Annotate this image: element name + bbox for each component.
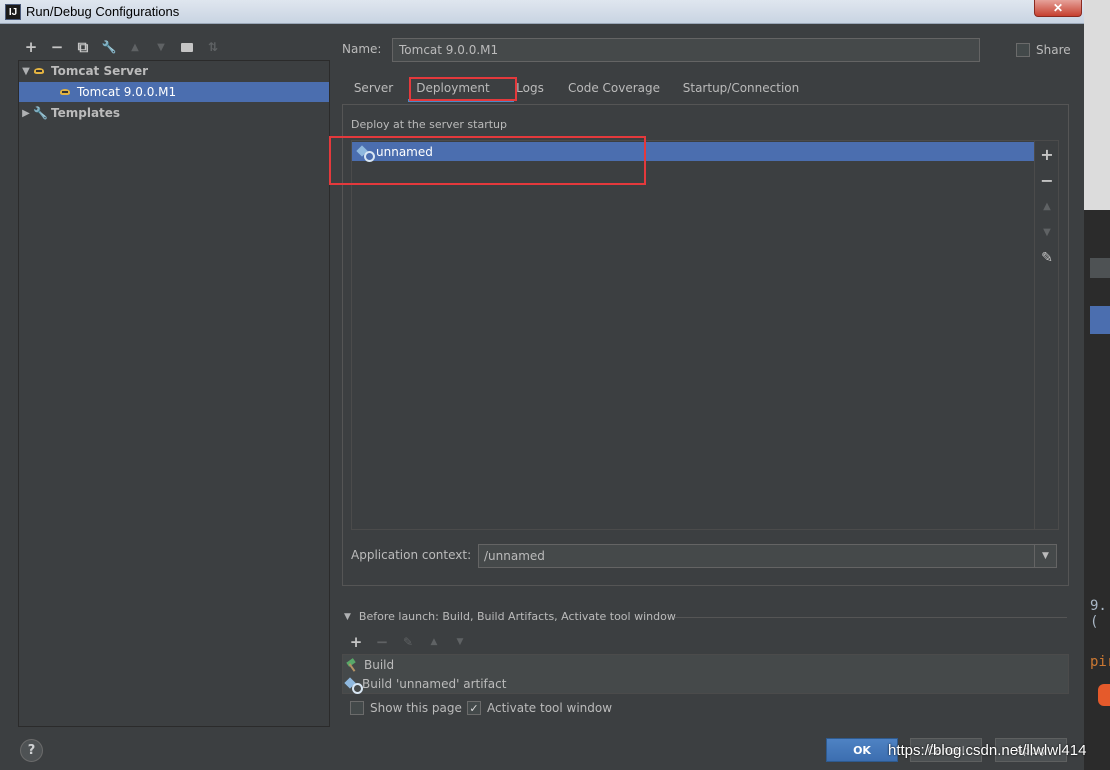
- background-code-text: pir: [1090, 654, 1110, 670]
- artifact-icon: [344, 677, 363, 694]
- collapse-arrow-icon[interactable]: ▼: [344, 612, 351, 622]
- before-launch-toolbar: + − ✎ ▲ ▼: [343, 632, 473, 652]
- move-up-button[interactable]: ▲: [122, 36, 148, 58]
- remove-artifact-button[interactable]: −: [1035, 168, 1059, 192]
- background-selection: [1090, 306, 1110, 334]
- edit-defaults-button[interactable]: 🔧: [96, 36, 122, 58]
- app-context-label: Application context:: [351, 548, 472, 562]
- move-up-button[interactable]: ▲: [421, 632, 447, 652]
- annotation-highlight-box: [329, 136, 646, 185]
- annotation-highlight-box: [409, 77, 517, 101]
- watermark-text: https://blog.csdn.net/llwlwl414: [888, 742, 1087, 759]
- name-input[interactable]: Tomcat 9.0.0.M1: [392, 38, 980, 62]
- activate-tool-window-checkbox[interactable]: ✓: [467, 701, 481, 715]
- background-editor: 9. ( pir: [1084, 0, 1110, 770]
- intellij-app-icon: IJ: [5, 4, 21, 20]
- config-tree: ▼ Tomcat Server Tomcat 9.0.0.M1 ▶ 🔧 Temp…: [18, 60, 330, 727]
- wrench-icon: 🔧: [101, 40, 117, 54]
- sort-button[interactable]: ⇅: [200, 36, 226, 58]
- separator: [675, 617, 1067, 618]
- add-task-button[interactable]: +: [343, 632, 369, 652]
- list-item[interactable]: Build 'unnamed' artifact: [343, 674, 1068, 694]
- before-launch-list[interactable]: Build Build 'unnamed' artifact: [342, 654, 1069, 694]
- window-title-bar[interactable]: IJ Run/Debug Configurations ✕: [0, 0, 1084, 24]
- show-page-checkbox[interactable]: [350, 701, 364, 715]
- expand-arrow-icon[interactable]: ▼: [19, 66, 33, 77]
- tomcat-icon: [33, 66, 47, 76]
- tree-group-label: Templates: [51, 106, 121, 120]
- deploy-list[interactable]: [351, 140, 1059, 530]
- collapse-arrow-icon[interactable]: ▶: [19, 108, 33, 119]
- add-config-button[interactable]: +: [18, 36, 44, 58]
- tree-group-tomcat-server[interactable]: ▼ Tomcat Server: [19, 61, 329, 81]
- activate-tool-window-label: Activate tool window: [487, 701, 613, 715]
- tree-item-label: Tomcat 9.0.0.M1: [77, 85, 177, 99]
- hammer-icon: [346, 659, 360, 671]
- checkmark-icon: ✓: [469, 701, 479, 715]
- close-window-button[interactable]: ✕: [1034, 0, 1082, 17]
- background-tab: [1090, 258, 1110, 278]
- task-label: Build: [364, 657, 395, 672]
- app-context-combobox[interactable]: /unnamed: [478, 544, 1057, 568]
- tree-group-templates[interactable]: ▶ 🔧 Templates: [19, 103, 329, 123]
- show-page-label: Show this page: [370, 701, 462, 715]
- remove-task-button[interactable]: −: [369, 632, 395, 652]
- share-label: Share: [1036, 43, 1071, 57]
- config-toolbar: + − ⧉ 🔧 ▲ ▼ ⇅: [18, 36, 226, 58]
- move-down-button[interactable]: ▼: [1035, 220, 1059, 244]
- tab-startup-connection[interactable]: Startup/Connection: [680, 77, 802, 99]
- name-label: Name:: [342, 42, 382, 56]
- list-item[interactable]: Build: [343, 655, 1068, 674]
- background-panel: [1084, 0, 1110, 210]
- deploy-section-label: Deploy at the server startup: [351, 118, 508, 131]
- tomcat-icon: [59, 87, 73, 97]
- move-down-button[interactable]: ▼: [447, 632, 473, 652]
- add-artifact-button[interactable]: +: [1035, 142, 1059, 166]
- tree-group-label: Tomcat Server: [51, 64, 149, 78]
- before-launch-label: Before launch: Build, Build Artifacts, A…: [358, 610, 676, 623]
- help-button[interactable]: ?: [20, 739, 43, 762]
- new-folder-button[interactable]: [174, 36, 200, 58]
- background-logo-icon: [1098, 684, 1110, 706]
- before-launch-header[interactable]: ▼ Before launch: Build, Build Artifacts,…: [344, 610, 676, 623]
- tab-server[interactable]: Server: [346, 77, 401, 99]
- deploy-list-toolbar: + − ▲ ▼ ✎: [1034, 141, 1058, 529]
- wrench-icon: 🔧: [33, 106, 48, 120]
- copy-config-button[interactable]: ⧉: [70, 36, 96, 58]
- share-checkbox[interactable]: [1016, 43, 1030, 57]
- move-down-button[interactable]: ▼: [148, 36, 174, 58]
- tab-code-coverage[interactable]: Code Coverage: [560, 77, 668, 99]
- background-code-text: 9. (: [1090, 598, 1107, 630]
- folder-plus-icon: [181, 42, 193, 52]
- window-title: Run/Debug Configurations: [26, 4, 180, 19]
- edit-task-button[interactable]: ✎: [395, 632, 421, 652]
- move-up-button[interactable]: ▲: [1035, 194, 1059, 218]
- chevron-down-icon[interactable]: ▼: [1034, 545, 1056, 567]
- remove-config-button[interactable]: −: [44, 36, 70, 58]
- task-label: Build 'unnamed' artifact: [362, 676, 507, 691]
- edit-artifact-button[interactable]: ✎: [1035, 246, 1059, 270]
- tree-item-tomcat-config[interactable]: Tomcat 9.0.0.M1: [19, 82, 329, 102]
